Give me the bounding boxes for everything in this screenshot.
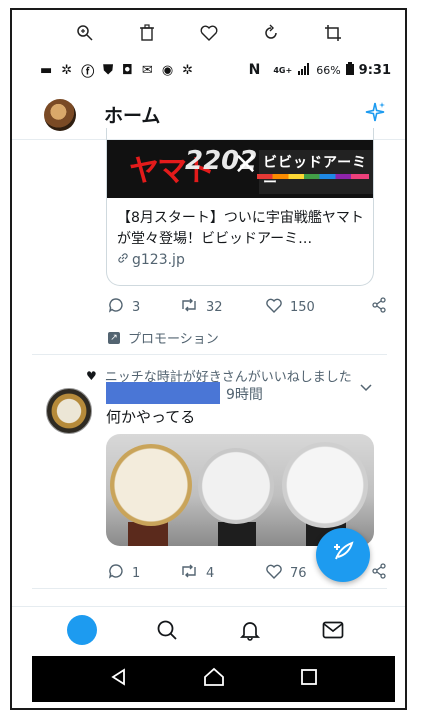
sparkle-notification-icon: ✲ (182, 62, 194, 78)
reply-count: 3 (132, 299, 141, 315)
ad-banner-image: ヤマト 2202 × ビビッドアーミー (107, 140, 373, 198)
notification-dot (66, 614, 97, 645)
status-bar: ▬ ✲ ⓕ ⛊ ◘ ✉ ◉ ✲ N 4G+ 66% 9:31 (12, 58, 405, 82)
reply-button[interactable]: 3 (108, 297, 180, 317)
divider (32, 354, 387, 355)
trash-icon[interactable] (136, 22, 158, 44)
image-viewer-toolbar (12, 18, 405, 48)
mail-icon: ✉ (141, 62, 153, 78)
battery-icon (345, 62, 354, 78)
reply-icon (108, 563, 124, 583)
share-icon[interactable] (371, 563, 387, 583)
like-count: 150 (290, 299, 315, 315)
banner-x: × (233, 146, 259, 181)
promoted-text: プロモーション (128, 332, 219, 347)
heart-icon (266, 564, 282, 583)
redacted-username (106, 382, 220, 404)
card-link[interactable]: g123.jp (117, 252, 185, 268)
tweet-time: 9時間 (226, 387, 263, 403)
heart-outline-icon[interactable] (198, 22, 220, 44)
watch-strap (218, 522, 256, 546)
crop-icon[interactable] (322, 22, 344, 44)
like-count: 76 (290, 565, 307, 581)
android-icon: ⛊ (103, 62, 113, 78)
ad-action-bar: 3 32 150 (108, 296, 387, 318)
page-title: ホーム (104, 105, 161, 127)
banner-vivid: ビビッドアーミー (259, 150, 373, 194)
liked-heart-icon: ♥ (86, 368, 97, 383)
retweet-icon (180, 563, 198, 583)
heart-icon (266, 298, 282, 317)
promoted-link-card[interactable]: ヤマト 2202 × ビビッドアーミー 【8月スタート】ついに宇宙戦艦ヤマトが堂… (106, 128, 374, 286)
promoted-label: ↗ プロモーション (108, 328, 219, 347)
divider (32, 588, 387, 589)
chrome-icon: ◉ (161, 62, 174, 78)
profile-avatar[interactable] (44, 98, 76, 131)
card-link-text: g123.jp (132, 252, 185, 268)
notification-icons: ▬ ✲ ⓕ ⛊ ◘ ✉ ◉ ✲ (40, 61, 193, 80)
watch-silver (198, 448, 274, 524)
link-icon (117, 252, 129, 268)
bell-icon[interactable] (235, 615, 265, 645)
retweet-icon (180, 297, 198, 317)
watch-gold (110, 444, 192, 526)
banner-stripes (257, 174, 369, 179)
back-icon[interactable] (110, 668, 128, 690)
reply-button[interactable]: 1 (108, 563, 180, 583)
battery-percent: 66% (316, 63, 341, 77)
share-icon[interactable] (371, 297, 387, 317)
tweet-text: 何かやってる (106, 408, 196, 426)
compose-icon (330, 539, 356, 571)
search-icon[interactable] (152, 615, 182, 645)
retweet-count: 32 (206, 299, 223, 315)
bottom-navigation (12, 606, 405, 652)
compose-button[interactable] (316, 528, 370, 582)
zoom-in-icon[interactable] (74, 22, 96, 44)
retweet-button[interactable]: 32 (180, 297, 266, 317)
system-status: N 4G+ 66% 9:31 (249, 62, 391, 78)
home-nav-icon[interactable] (203, 667, 225, 691)
chevron-down-icon[interactable] (360, 380, 372, 396)
promoted-icon: ↗ (108, 331, 120, 344)
clock: 9:31 (358, 62, 391, 78)
retweet-count: 4 (206, 565, 215, 581)
nfc-icon: N (248, 62, 261, 78)
system-navigation-bar (32, 656, 395, 702)
sparkle-notification-icon: ✲ (61, 62, 73, 78)
network-type: 4G+ (273, 65, 293, 75)
mail-icon[interactable] (318, 615, 348, 645)
home-icon[interactable] (66, 614, 99, 645)
phone-frame: ▬ ✲ ⓕ ⛊ ◘ ✉ ◉ ✲ N 4G+ 66% 9:31 ホーム ヤマト 2… (10, 8, 407, 710)
tweet-avatar[interactable] (46, 388, 92, 434)
retweet-button[interactable]: 4 (180, 563, 266, 583)
facebook-icon: ⓕ (81, 64, 95, 80)
card-text: 【8月スタート】ついに宇宙戦艦ヤマトが堂々登場！ビビッドアーミ… (117, 210, 364, 247)
recents-icon[interactable] (300, 668, 318, 690)
instagram-icon: ◘ (121, 62, 133, 78)
sparkle-icon[interactable] (363, 100, 387, 130)
watch-silver-large (282, 442, 368, 528)
message-icon: ▬ (40, 62, 53, 78)
reply-icon (108, 297, 124, 317)
signal-icon (297, 62, 311, 78)
rotate-icon[interactable] (260, 22, 282, 44)
reply-count: 1 (132, 565, 141, 581)
like-button[interactable]: 150 (266, 298, 350, 317)
